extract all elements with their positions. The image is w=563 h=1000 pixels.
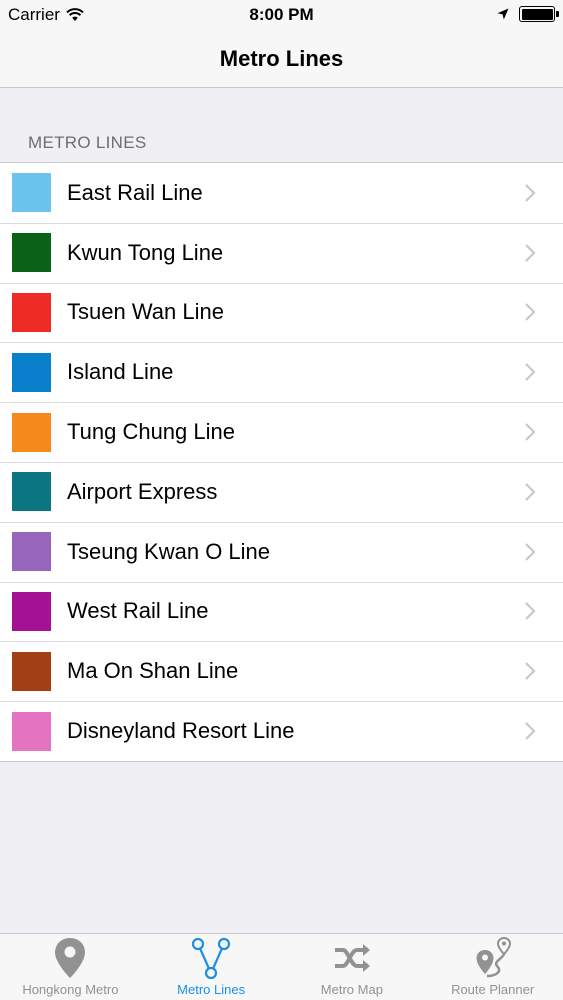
metro-line-row[interactable]: East Rail Line (0, 163, 563, 223)
line-name: Ma On Shan Line (67, 658, 239, 684)
line-name: East Rail Line (67, 179, 203, 205)
line-color-swatch (12, 412, 51, 452)
battery-icon (519, 6, 559, 22)
metro-lines-icon (192, 937, 231, 980)
line-name: Tsuen Wan Line (67, 299, 224, 325)
tab-bar: Hongkong Metro Metro Lines Metro Map Rou… (0, 933, 563, 1000)
line-color-swatch (12, 173, 51, 213)
chevron-right-icon (525, 483, 536, 501)
tab-label: Route Planner (451, 982, 535, 997)
chevron-right-icon (525, 363, 536, 382)
line-name: Kwun Tong Line (67, 239, 224, 265)
route-planner-icon (476, 936, 511, 978)
line-name: Tung Chung Line (67, 419, 235, 445)
section-header: METRO LINES (28, 133, 147, 152)
tab-hongkong-metro[interactable]: Hongkong Metro (0, 934, 141, 1000)
line-name: Airport Express (67, 478, 218, 504)
line-color-swatch (12, 591, 51, 631)
status-bar: Carrier 8:00 PM (0, 0, 563, 30)
chevron-right-icon (525, 662, 536, 681)
line-name: West Rail Line (67, 598, 209, 624)
tab-label: Hongkong Metro (22, 982, 119, 997)
metro-line-row[interactable]: Tung Chung Line (0, 402, 563, 462)
location-arrow-icon (497, 8, 509, 20)
chevron-right-icon (525, 243, 536, 262)
navigation-bar: Metro Lines (0, 30, 563, 88)
line-color-swatch (12, 651, 51, 691)
chevron-right-icon (525, 303, 536, 322)
tab-route-planner[interactable]: Route Planner (422, 934, 563, 1000)
tab-label: Metro Lines (177, 982, 246, 997)
metro-line-row[interactable]: Tsuen Wan Line (0, 282, 563, 343)
location-pin-icon (55, 938, 86, 978)
metro-line-row[interactable]: Ma On Shan Line (0, 641, 563, 701)
metro-lines-list: East Rail Line Kwun Tong Line Tsuen Wan Li… (0, 162, 563, 762)
line-color-swatch (12, 532, 51, 572)
chevron-right-icon (525, 602, 536, 621)
chevron-right-icon (525, 184, 536, 202)
line-name: Island Line (67, 359, 174, 385)
metro-line-row[interactable]: Airport Express (0, 461, 563, 522)
tab-metro-lines[interactable]: Metro Lines (141, 934, 282, 1000)
tab-label: Metro Map (320, 982, 383, 997)
line-color-swatch (12, 711, 51, 751)
line-color-swatch (12, 352, 51, 392)
battery-fill (521, 8, 553, 20)
metro-line-row[interactable]: Island Line (0, 342, 563, 402)
metro-line-row[interactable]: West Rail Line (0, 581, 563, 642)
tab-metro-map[interactable]: Metro Map (282, 934, 423, 1000)
metro-line-row[interactable]: Kwun Tong Line (0, 222, 563, 283)
chevron-right-icon (525, 542, 536, 561)
line-name: Disneyland Resort Line (67, 718, 295, 744)
line-color-swatch (12, 233, 51, 273)
status-time: 8:00 PM (249, 5, 314, 24)
line-name: Tseung Kwan O Line (67, 538, 271, 564)
chevron-right-icon (525, 423, 536, 441)
status-right (497, 6, 559, 22)
line-color-swatch (12, 472, 51, 512)
chevron-right-icon (525, 722, 536, 740)
metro-line-row[interactable]: Tseung Kwan O Line (0, 521, 563, 582)
line-color-swatch (12, 292, 51, 332)
shuffle-icon (334, 944, 370, 972)
page-title: Metro Lines (219, 45, 344, 71)
metro-line-row[interactable]: Disneyland Resort Line (0, 701, 563, 761)
